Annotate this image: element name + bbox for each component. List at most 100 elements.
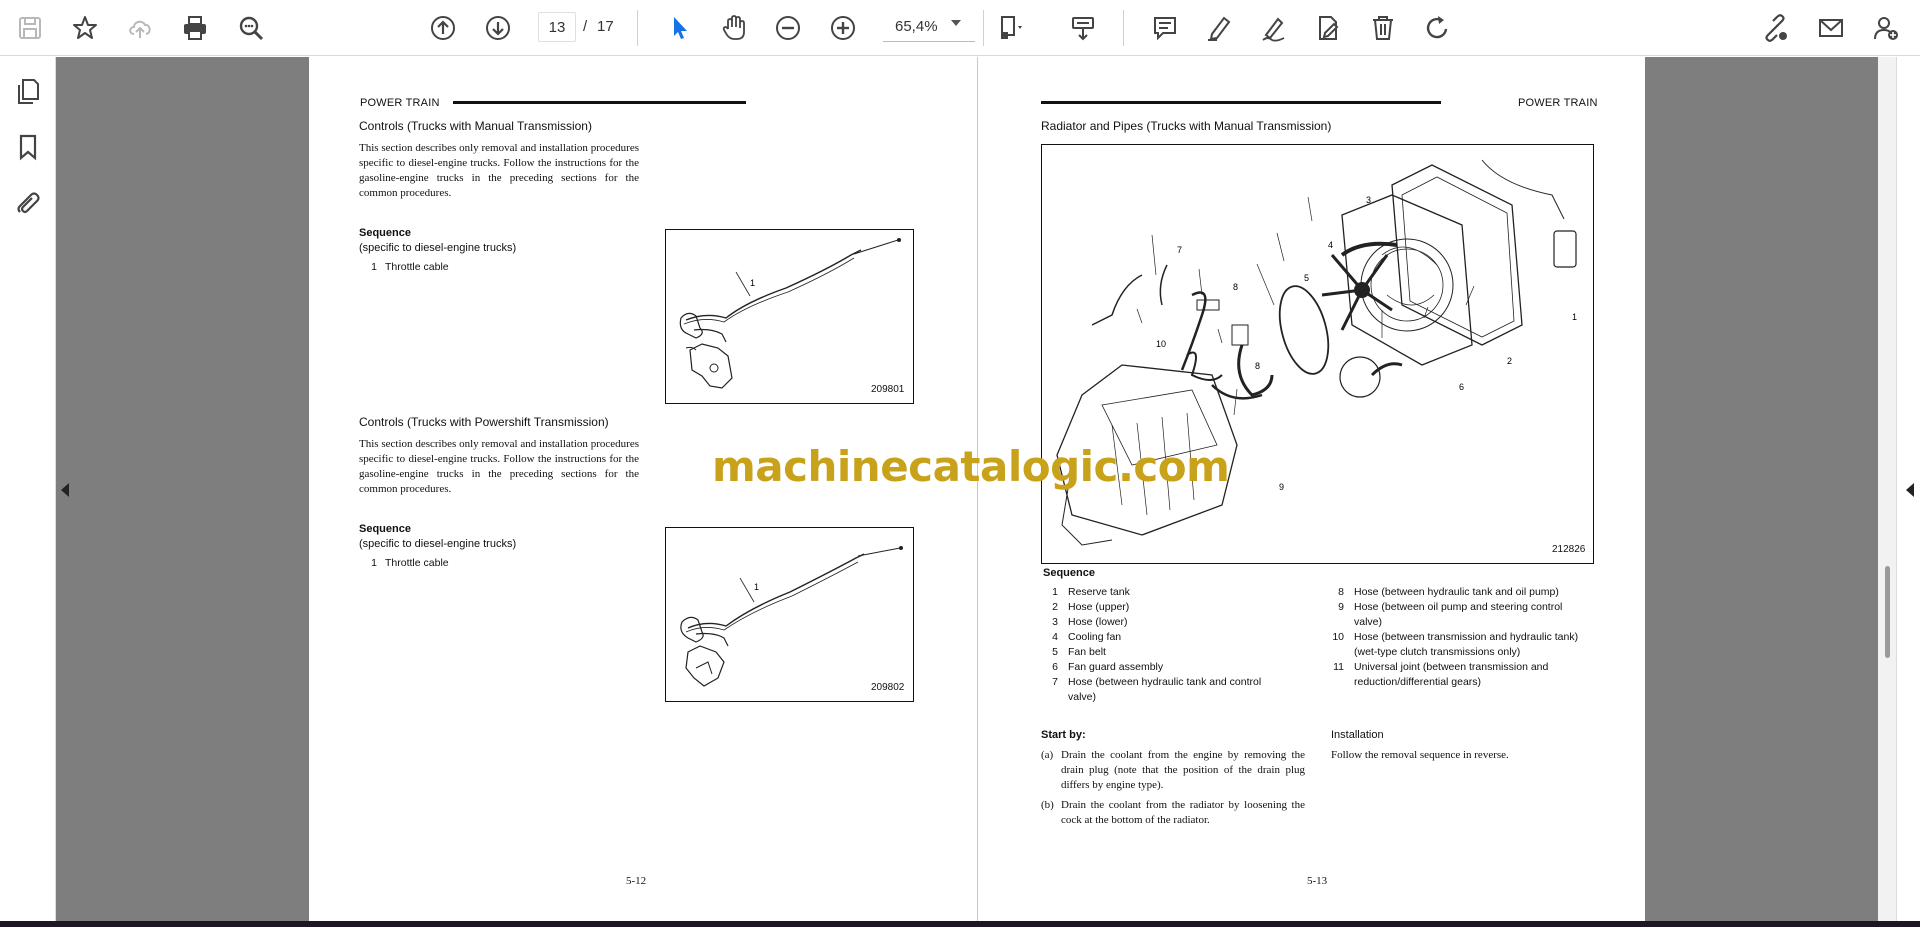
rotate-icon[interactable] <box>1418 8 1458 48</box>
sequence-subheading: (specific to diesel-engine trucks) <box>359 242 517 254</box>
sequence-item-label: Universal joint (between transmission an… <box>1354 661 1549 688</box>
figure-callout: 1 <box>1572 312 1578 322</box>
page-number: 5-12 <box>626 875 647 887</box>
bookmark-star-icon[interactable] <box>65 8 105 48</box>
sequence-item-number: 4 <box>1052 631 1058 643</box>
sign-icon[interactable] <box>1308 8 1348 48</box>
sequence-item-label: Hose (lower) <box>1068 616 1128 628</box>
header-rule <box>1041 101 1441 104</box>
sequence-item-number: 9 <box>1338 601 1344 613</box>
email-icon[interactable] <box>1811 8 1851 48</box>
expand-right-panel-icon[interactable] <box>1906 483 1914 497</box>
figure-callout: 1 <box>754 582 760 592</box>
zoom-search-icon[interactable] <box>231 8 271 48</box>
figure-callout: 10 <box>1156 339 1167 349</box>
pdf-viewer-app: / 17 65,4% <box>0 0 1920 927</box>
sequence-item-label: Hose (between hydraulic tank and oil pum… <box>1354 586 1559 598</box>
page-number-input[interactable] <box>538 12 576 42</box>
next-page-icon[interactable] <box>478 8 518 48</box>
section-paragraph: This section describes only removal and … <box>359 142 639 199</box>
installation-heading: Installation <box>1331 729 1384 741</box>
sequence-item-label: Hose (between oil pump and steering cont… <box>1354 601 1563 628</box>
zoom-level-select[interactable]: 65,4% <box>883 12 975 42</box>
figure-callout: 8 <box>1233 282 1239 292</box>
start-by-step: (a) Drain the coolant from the engine by … <box>1041 748 1305 794</box>
step-text: Drain the coolant from the engine by rem… <box>1061 749 1305 791</box>
sequence-item-label: Fan guard assembly <box>1068 661 1164 673</box>
figure-callout: 3 <box>1366 195 1372 205</box>
header-rule <box>453 101 746 104</box>
vertical-scrollbar-thumb[interactable] <box>1885 566 1890 658</box>
sequence-item-number: 3 <box>1052 616 1058 628</box>
page-fit-icon[interactable] <box>992 8 1032 48</box>
taskbar-strip <box>0 921 1920 927</box>
print-icon[interactable] <box>175 8 215 48</box>
share-link-icon[interactable] <box>1755 8 1795 48</box>
draw-pen-icon[interactable] <box>1254 8 1294 48</box>
section-title: Controls (Trucks with Powershift Transmi… <box>359 415 609 429</box>
sequence-item-label: Fan belt <box>1068 646 1106 658</box>
section-paragraph: This section describes only removal and … <box>359 438 639 495</box>
hand-tool-icon[interactable] <box>714 8 754 48</box>
page-header: POWER TRAIN <box>360 97 440 109</box>
delete-icon[interactable] <box>1363 8 1403 48</box>
section-title: Controls (Trucks with Manual Transmissio… <box>359 119 592 133</box>
zoom-level-value: 65,4% <box>895 18 938 35</box>
toolbar: / 17 65,4% <box>0 0 1920 56</box>
sequence-item-number: 2 <box>1052 601 1058 613</box>
start-by-heading: Start by: <box>1041 729 1086 741</box>
sequence-item-label: Hose (upper) <box>1068 601 1130 613</box>
sequence-item-number: 5 <box>1052 646 1058 658</box>
previous-page-icon[interactable] <box>423 8 463 48</box>
sequence-heading: Sequence <box>359 523 411 535</box>
page-header: POWER TRAIN <box>1518 97 1598 109</box>
toolbar-divider <box>983 10 984 46</box>
step-label: (b) <box>1041 799 1054 811</box>
sequence-item-number: 1 <box>1052 586 1058 598</box>
figure-callout: 6 <box>1459 382 1465 392</box>
attachment-icon[interactable] <box>10 185 46 221</box>
chevron-down-icon[interactable] <box>951 20 961 26</box>
select-cursor-icon[interactable] <box>660 8 700 48</box>
figure-callout: 7 <box>1177 245 1183 255</box>
sequence-item-label: Throttle cable <box>385 261 449 273</box>
scroll-mode-icon[interactable] <box>1063 8 1103 48</box>
figure-callout: 2 <box>1507 356 1513 366</box>
zoom-in-icon[interactable] <box>823 8 863 48</box>
figure-callout: 8 <box>1255 361 1261 371</box>
sequence-item: 1 Throttle cable <box>357 260 449 275</box>
bookmark-icon[interactable] <box>10 129 46 165</box>
throttle-cable-drawing <box>680 546 903 687</box>
section-title: Radiator and Pipes (Trucks with Manual T… <box>1041 119 1332 133</box>
sequence-item: 1 Throttle cable <box>357 556 449 571</box>
comment-icon[interactable] <box>1145 8 1185 48</box>
sequence-item-label: Throttle cable <box>385 557 449 569</box>
sequence-heading: Sequence <box>359 227 411 239</box>
page-number: 5-13 <box>1307 875 1328 887</box>
figure-id: 209802 <box>871 682 905 693</box>
sequence-item-number: 1 <box>371 557 377 569</box>
sequence-item-number: 11 <box>1333 661 1344 673</box>
watermark-text: machinecatalogic.com <box>712 442 1230 491</box>
start-by-step: (b) Drain the coolant from the radiator b… <box>1041 798 1305 828</box>
sequence-item-number: 6 <box>1052 661 1058 673</box>
radiator-pipes-figure: 1 2 3 4 5 6 7 8 8 9 10 212826 <box>1041 144 1594 564</box>
add-user-icon[interactable] <box>1866 8 1906 48</box>
collapse-left-panel-icon[interactable] <box>61 483 69 497</box>
pages-icon[interactable] <box>10 73 46 109</box>
figure-callout: 4 <box>1328 240 1334 250</box>
installation-text: Follow the removal sequence in reverse. <box>1331 749 1509 761</box>
figure-callout: 9 <box>1279 482 1285 492</box>
save-icon[interactable] <box>10 8 50 48</box>
toolbar-divider <box>1123 10 1124 46</box>
toolbar-divider <box>637 10 638 46</box>
sequence-item-number: 8 <box>1338 586 1344 598</box>
sequence-item-label: Cooling fan <box>1068 631 1122 643</box>
sequence-item-label: Hose (between transmission and hydraulic… <box>1354 631 1579 658</box>
sequence-item-number: 7 <box>1052 676 1058 688</box>
highlight-pen-icon[interactable] <box>1199 8 1239 48</box>
cloud-upload-icon[interactable] <box>120 8 160 48</box>
zoom-out-icon[interactable] <box>768 8 808 48</box>
throttle-cable-figure-2: 1 209802 <box>665 527 914 702</box>
sequence-item-label: Hose (between hydraulic tank and control… <box>1068 676 1262 703</box>
